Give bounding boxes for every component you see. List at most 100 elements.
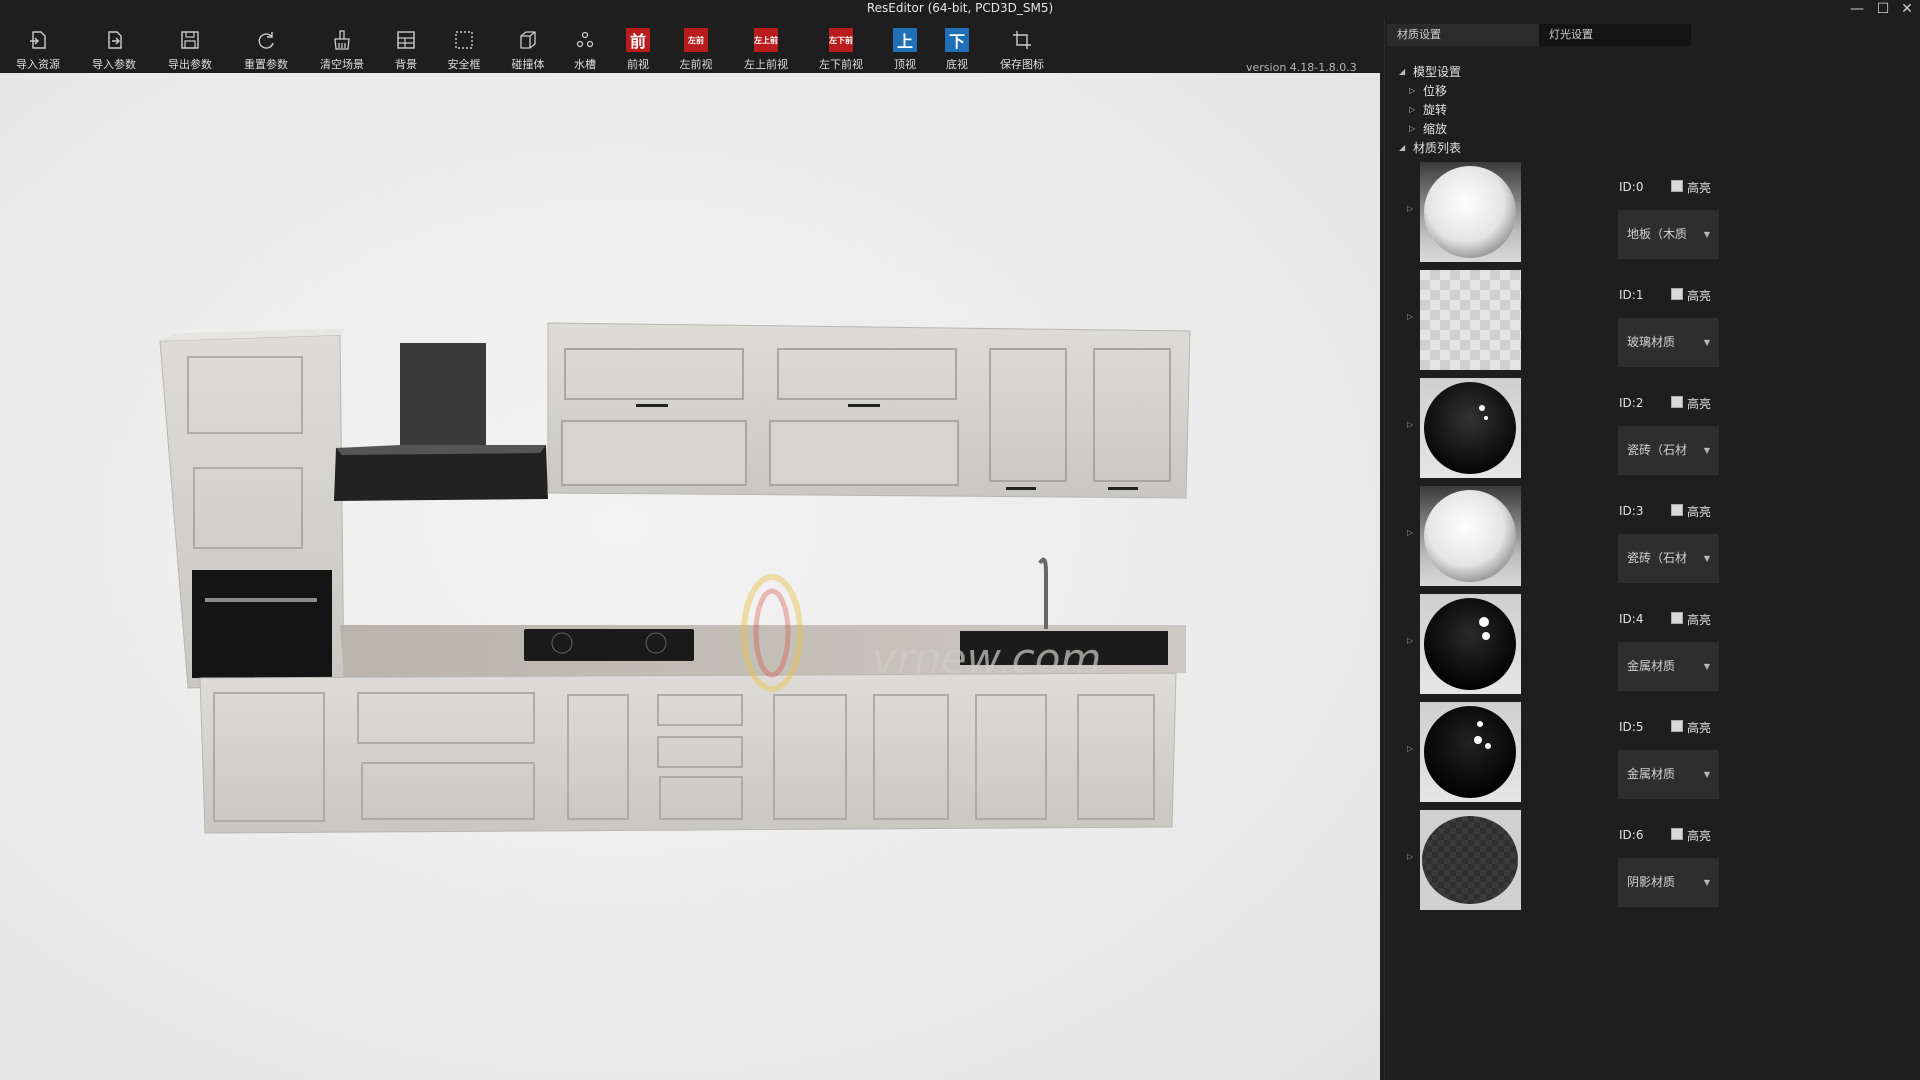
material-swatch[interactable] <box>1420 162 1521 262</box>
bottom-view-button[interactable]: 下 底视 <box>922 28 992 72</box>
kitchen-render: vrnew.com <box>159 322 1191 834</box>
dropdown-arrow-icon: ▼ <box>1703 554 1710 563</box>
collapsed-triangle-icon: ▷ <box>1409 124 1416 133</box>
3d-viewport[interactable]: vrnew.com <box>0 73 1380 1080</box>
highlight-checkbox[interactable] <box>1671 504 1683 516</box>
dropdown-arrow-icon: ▼ <box>1703 770 1710 779</box>
title-bar: ResEditor (64-bit, PCD3D_SM5) — ☐ ✕ <box>0 0 1920 18</box>
material-id: ID:3 <box>1619 504 1644 518</box>
material-type-select[interactable]: 玻璃材质 ▼ <box>1618 318 1719 367</box>
material-item: ▷ ID:0 高亮 地板（木质 ▼ <box>1385 160 1920 264</box>
material-item: ▷ ID:2 高亮 瓷砖（石材 ▼ <box>1385 376 1920 480</box>
highlight-checkbox[interactable] <box>1671 288 1683 300</box>
material-type-select[interactable]: 地板（木质 ▼ <box>1618 210 1719 259</box>
clear-scene-icon <box>330 28 354 52</box>
material-id: ID:6 <box>1619 828 1644 842</box>
close-button[interactable]: ✕ <box>1894 0 1920 18</box>
highlight-checkbox[interactable] <box>1671 180 1683 192</box>
material-id: ID:5 <box>1619 720 1644 734</box>
highlight-checkbox[interactable] <box>1671 612 1683 624</box>
collider-icon <box>516 28 540 52</box>
reset-params-button[interactable]: 重置参数 <box>231 28 301 72</box>
tree-scale[interactable]: ▷ 缩放 <box>1409 120 1447 137</box>
highlight-label: 高亮 <box>1687 181 1712 195</box>
left-bottom-front-view-button[interactable]: 左下前 左下前视 <box>806 28 876 72</box>
export-params-icon <box>178 28 202 52</box>
material-swatch[interactable] <box>1420 378 1521 478</box>
minimize-button[interactable]: — <box>1844 0 1870 18</box>
safe-frame-icon <box>452 28 476 52</box>
material-id: ID:4 <box>1619 612 1644 626</box>
import-resource-button[interactable]: 导入资源 <box>3 28 73 72</box>
tree-material-list[interactable]: ◢ 材质列表 <box>1399 139 1461 156</box>
expand-arrow-icon[interactable]: ▷ <box>1407 312 1413 321</box>
top-view-icon: 上 <box>893 28 917 52</box>
tree-position[interactable]: ▷ 位移 <box>1409 82 1447 99</box>
front-view-icon: 前 <box>626 28 650 52</box>
material-type-select[interactable]: 瓷砖（石材 ▼ <box>1618 426 1719 475</box>
dropdown-arrow-icon: ▼ <box>1703 878 1710 887</box>
expanded-triangle-icon: ◢ <box>1399 143 1406 152</box>
highlight-checkbox[interactable] <box>1671 396 1683 408</box>
material-item: ▷ ID:4 高亮 金属材质 ▼ <box>1385 592 1920 696</box>
highlight-label: 高亮 <box>1687 505 1712 519</box>
tree-rotation[interactable]: ▷ 旋转 <box>1409 101 1447 118</box>
expand-arrow-icon[interactable]: ▷ <box>1407 420 1413 429</box>
dropdown-arrow-icon: ▼ <box>1703 446 1710 455</box>
background-icon <box>394 28 418 52</box>
panel-tabs: 材质设置 灯光设置 <box>1387 24 1691 46</box>
left-top-front-view-button[interactable]: 左上前 左上前视 <box>731 28 801 72</box>
material-type-select[interactable]: 瓷砖（石材 ▼ <box>1618 534 1719 583</box>
sink-icon <box>573 28 597 52</box>
watermark-text: vrnew.com <box>872 634 1101 683</box>
import-params-icon <box>102 28 126 52</box>
dropdown-arrow-icon: ▼ <box>1703 662 1710 671</box>
material-item: ▷ ID:3 高亮 瓷砖（石材 ▼ <box>1385 484 1920 588</box>
reset-params-icon <box>254 28 278 52</box>
material-item: ▷ ID:1 高亮 玻璃材质 ▼ <box>1385 268 1920 372</box>
maximize-button[interactable]: ☐ <box>1870 0 1896 18</box>
material-id: ID:1 <box>1619 288 1644 302</box>
collapsed-triangle-icon: ▷ <box>1409 105 1416 114</box>
material-swatch[interactable] <box>1420 486 1521 586</box>
tree-model-settings[interactable]: ◢ 模型设置 <box>1399 63 1461 80</box>
tab-material-settings[interactable]: 材质设置 <box>1387 24 1539 46</box>
material-swatch[interactable] <box>1420 702 1521 802</box>
import-resource-icon <box>26 28 50 52</box>
save-icon-button[interactable]: 保存图标 <box>987 28 1057 72</box>
left-top-front-view-icon: 左上前 <box>754 28 778 52</box>
safe-frame-button[interactable]: 安全框 <box>429 28 499 72</box>
expand-arrow-icon[interactable]: ▷ <box>1407 528 1413 537</box>
clear-scene-button[interactable]: 清空场景 <box>307 28 377 72</box>
dropdown-arrow-icon: ▼ <box>1703 230 1710 239</box>
highlight-checkbox[interactable] <box>1671 720 1683 732</box>
highlight-label: 高亮 <box>1687 721 1712 735</box>
material-type-select[interactable]: 金属材质 ▼ <box>1618 750 1719 799</box>
collapsed-triangle-icon: ▷ <box>1409 86 1416 95</box>
highlight-label: 高亮 <box>1687 397 1712 411</box>
window-title: ResEditor (64-bit, PCD3D_SM5) <box>866 1 1054 15</box>
material-swatch[interactable] <box>1420 270 1521 370</box>
expand-arrow-icon[interactable]: ▷ <box>1407 852 1413 861</box>
highlight-label: 高亮 <box>1687 829 1712 843</box>
bottom-view-icon: 下 <box>945 28 969 52</box>
expand-arrow-icon[interactable]: ▷ <box>1407 744 1413 753</box>
material-item: ▷ ID:5 高亮 金属材质 ▼ <box>1385 700 1920 804</box>
import-params-button[interactable]: 导入参数 <box>79 28 149 72</box>
export-params-button[interactable]: 导出参数 <box>155 28 225 72</box>
material-id: ID:2 <box>1619 396 1644 410</box>
highlight-label: 高亮 <box>1687 613 1712 627</box>
expand-arrow-icon[interactable]: ▷ <box>1407 636 1413 645</box>
material-type-select[interactable]: 金属材质 ▼ <box>1618 642 1719 691</box>
material-type-select[interactable]: 阴影材质 ▼ <box>1618 858 1719 907</box>
expand-arrow-icon[interactable]: ▷ <box>1407 204 1413 213</box>
material-item: ▷ ID:6 高亮 阴影材质 ▼ <box>1385 808 1920 912</box>
highlight-checkbox[interactable] <box>1671 828 1683 840</box>
left-bottom-front-view-icon: 左下前 <box>829 28 853 52</box>
tab-light-settings[interactable]: 灯光设置 <box>1539 24 1691 46</box>
material-swatch[interactable] <box>1420 594 1521 694</box>
toolbar: 导入资源 导入参数 导出参数 重置参数 清空场景 背景 安全框 碰撞体 水槽 前… <box>0 18 1380 74</box>
left-front-view-button[interactable]: 左前 左前视 <box>661 28 731 72</box>
material-swatch[interactable] <box>1420 810 1521 910</box>
dropdown-arrow-icon: ▼ <box>1703 338 1710 347</box>
